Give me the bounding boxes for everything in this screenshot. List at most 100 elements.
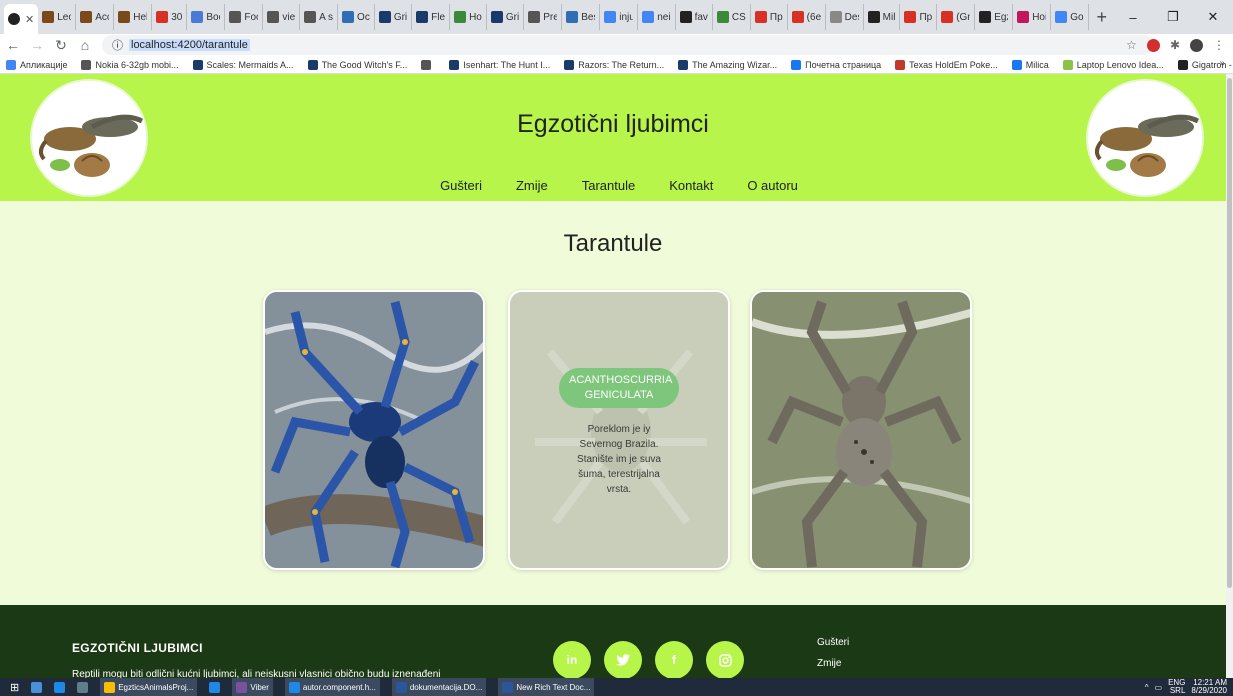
tab-title: vie bbox=[282, 11, 296, 23]
browser-tab[interactable]: Mil bbox=[864, 4, 901, 30]
bookmark-item[interactable]: Laptop Lenovo Idea... bbox=[1062, 59, 1164, 70]
tab-favicon-icon bbox=[528, 11, 541, 23]
bookmark-item[interactable]: The Good Witch's F... bbox=[307, 59, 407, 70]
info-icon[interactable]: ⓘ bbox=[112, 37, 123, 53]
browser-tab[interactable]: CSS bbox=[713, 4, 751, 30]
network-icon[interactable]: ▭ bbox=[1155, 683, 1163, 692]
tab-title: Des bbox=[844, 11, 859, 23]
bookmark-item[interactable] bbox=[421, 59, 435, 70]
taskbar-app[interactable]: dokumentacija.DO... bbox=[391, 678, 487, 696]
browser-tab[interactable]: 30 bbox=[152, 4, 188, 30]
browser-tab[interactable]: vie bbox=[263, 4, 301, 30]
home-icon[interactable]: ⌂ bbox=[78, 37, 92, 53]
browser-tab[interactable]: inju bbox=[600, 4, 639, 30]
taskbar-app[interactable] bbox=[54, 681, 66, 693]
tray-chevron-icon[interactable]: ^ bbox=[1145, 683, 1149, 692]
tab-favicon-icon bbox=[342, 11, 355, 23]
instagram-icon[interactable] bbox=[706, 641, 744, 678]
browser-tab[interactable]: Hel bbox=[114, 4, 153, 30]
taskbar-app[interactable] bbox=[209, 681, 221, 693]
browser-tab[interactable]: Go bbox=[1051, 4, 1089, 30]
nav-link-zmije[interactable]: Zmije bbox=[516, 178, 548, 193]
browser-tab[interactable]: A s bbox=[300, 4, 339, 30]
twitter-icon[interactable] bbox=[604, 641, 642, 678]
clock[interactable]: 12:21 AM 8/29/2020 bbox=[1191, 679, 1227, 695]
browser-tab[interactable]: nei bbox=[638, 4, 676, 30]
taskbar-app[interactable]: EgzticsAnimalsProj... bbox=[100, 678, 198, 696]
browser-tab[interactable]: Oc bbox=[338, 4, 375, 30]
bookmark-item[interactable]: Nokia 6-32gb mobi... bbox=[81, 59, 179, 70]
forward-icon[interactable]: → bbox=[30, 37, 44, 53]
browser-tab[interactable]: Пр bbox=[900, 4, 938, 30]
browser-tab[interactable]: Gri bbox=[487, 4, 525, 30]
minimize-button[interactable]: – bbox=[1113, 10, 1153, 25]
new-tab-button[interactable]: + bbox=[1089, 7, 1116, 28]
menu-kebab-icon[interactable]: ⋮ bbox=[1213, 38, 1225, 52]
bookmark-favicon-icon bbox=[791, 59, 802, 70]
bookmarks-overflow-icon[interactable]: » bbox=[1219, 58, 1225, 69]
browser-tab[interactable]: (Gn bbox=[937, 4, 976, 30]
close-window-button[interactable]: ✕ bbox=[1193, 9, 1233, 25]
taskbar-app[interactable]: Viber bbox=[232, 678, 273, 696]
extensions-icon[interactable]: ✱ bbox=[1170, 38, 1180, 52]
browser-tab[interactable]: Egz bbox=[975, 4, 1014, 30]
browser-tab[interactable]: Pre bbox=[524, 4, 563, 30]
url-input[interactable]: ⓘ localhost:4200/tarantule bbox=[102, 35, 1153, 55]
footer-link-zmije[interactable]: Zmije bbox=[817, 658, 849, 669]
browser-tab[interactable]: Foo bbox=[225, 4, 264, 30]
close-tab-icon[interactable]: ✕ bbox=[25, 13, 34, 26]
url-text[interactable]: localhost:4200/tarantule bbox=[129, 39, 250, 51]
taskbar-app-icon bbox=[288, 681, 300, 693]
nav-link-kontakt[interactable]: Kontakt bbox=[669, 178, 713, 193]
browser-tab[interactable]: Leo bbox=[38, 4, 77, 30]
back-icon[interactable]: ← bbox=[6, 37, 20, 53]
reload-icon[interactable]: ↻ bbox=[54, 37, 68, 54]
bookmark-item[interactable]: Razors: The Return... bbox=[564, 59, 664, 70]
tab-favicon-icon bbox=[979, 11, 992, 23]
windows-start-icon[interactable]: ⊞ bbox=[10, 681, 19, 694]
browser-tab[interactable]: (6e bbox=[788, 4, 826, 30]
browser-tab[interactable]: Hoi bbox=[1013, 4, 1052, 30]
page-scrollbar[interactable] bbox=[1226, 74, 1233, 678]
browser-tab[interactable]: Des bbox=[826, 4, 864, 30]
adblock-icon[interactable] bbox=[1146, 38, 1160, 52]
bookmark-item[interactable]: Scales: Mermaids A... bbox=[192, 59, 294, 70]
browser-tab[interactable]: Пр bbox=[751, 4, 788, 30]
tarantula-card-1[interactable] bbox=[263, 290, 485, 570]
browser-tab[interactable]: Fle bbox=[412, 4, 451, 30]
scrollbar-thumb[interactable] bbox=[1227, 78, 1232, 588]
tarantula-card-3[interactable] bbox=[750, 290, 972, 570]
species-name-badge[interactable]: ACANTHOSCURRIA GENICULATA bbox=[559, 368, 679, 408]
nav-link-o-autoru[interactable]: O autoru bbox=[747, 178, 798, 193]
taskbar-app[interactable] bbox=[31, 681, 43, 693]
bookmark-label: Texas HoldEm Poke... bbox=[909, 59, 998, 70]
browser-tab[interactable]: Acc bbox=[76, 4, 115, 30]
bookmark-item[interactable]: Почетна страница bbox=[791, 59, 881, 70]
taskbar-app[interactable]: autor.component.h... bbox=[284, 678, 380, 696]
browser-tab[interactable]: fav bbox=[676, 4, 713, 30]
taskbar-app[interactable] bbox=[77, 681, 89, 693]
tab-title: CSS bbox=[731, 11, 746, 23]
taskbar-app[interactable]: New Rich Text Doc... bbox=[498, 678, 595, 696]
nav-link-tarantule[interactable]: Tarantule bbox=[582, 178, 635, 193]
browser-tab[interactable]: Gri bbox=[375, 4, 413, 30]
bookmark-item[interactable]: Апликације bbox=[6, 59, 67, 70]
footer-link-gusteri[interactable]: Gušteri bbox=[817, 637, 849, 648]
tarantula-card-2[interactable]: ACANTHOSCURRIA GENICULATA Poreklom je iy… bbox=[508, 290, 730, 570]
facebook-icon[interactable]: f bbox=[655, 641, 693, 678]
browser-tab[interactable]: Ho bbox=[450, 4, 487, 30]
nav-link-gusteri[interactable]: Gušteri bbox=[440, 178, 482, 193]
bookmark-star-icon[interactable]: ☆ bbox=[1126, 38, 1137, 52]
bookmark-item[interactable]: Texas HoldEm Poke... bbox=[895, 59, 998, 70]
tab-favicon-icon bbox=[791, 11, 804, 23]
language-indicator[interactable]: ENG SRL bbox=[1168, 679, 1185, 695]
browser-tab[interactable]: Bes bbox=[562, 4, 601, 30]
profile-avatar-icon[interactable] bbox=[1190, 38, 1203, 52]
bookmark-item[interactable]: The Amazing Wizar... bbox=[678, 59, 777, 70]
tab-active[interactable]: ✕ bbox=[4, 4, 39, 34]
bookmark-item[interactable]: Milica bbox=[1011, 59, 1049, 70]
linkedin-icon[interactable]: in bbox=[553, 641, 591, 678]
bookmark-item[interactable]: Isenhart: The Hunt I... bbox=[449, 59, 550, 70]
browser-tab[interactable]: Boo bbox=[187, 4, 226, 30]
maximize-button[interactable]: ❐ bbox=[1153, 9, 1193, 25]
